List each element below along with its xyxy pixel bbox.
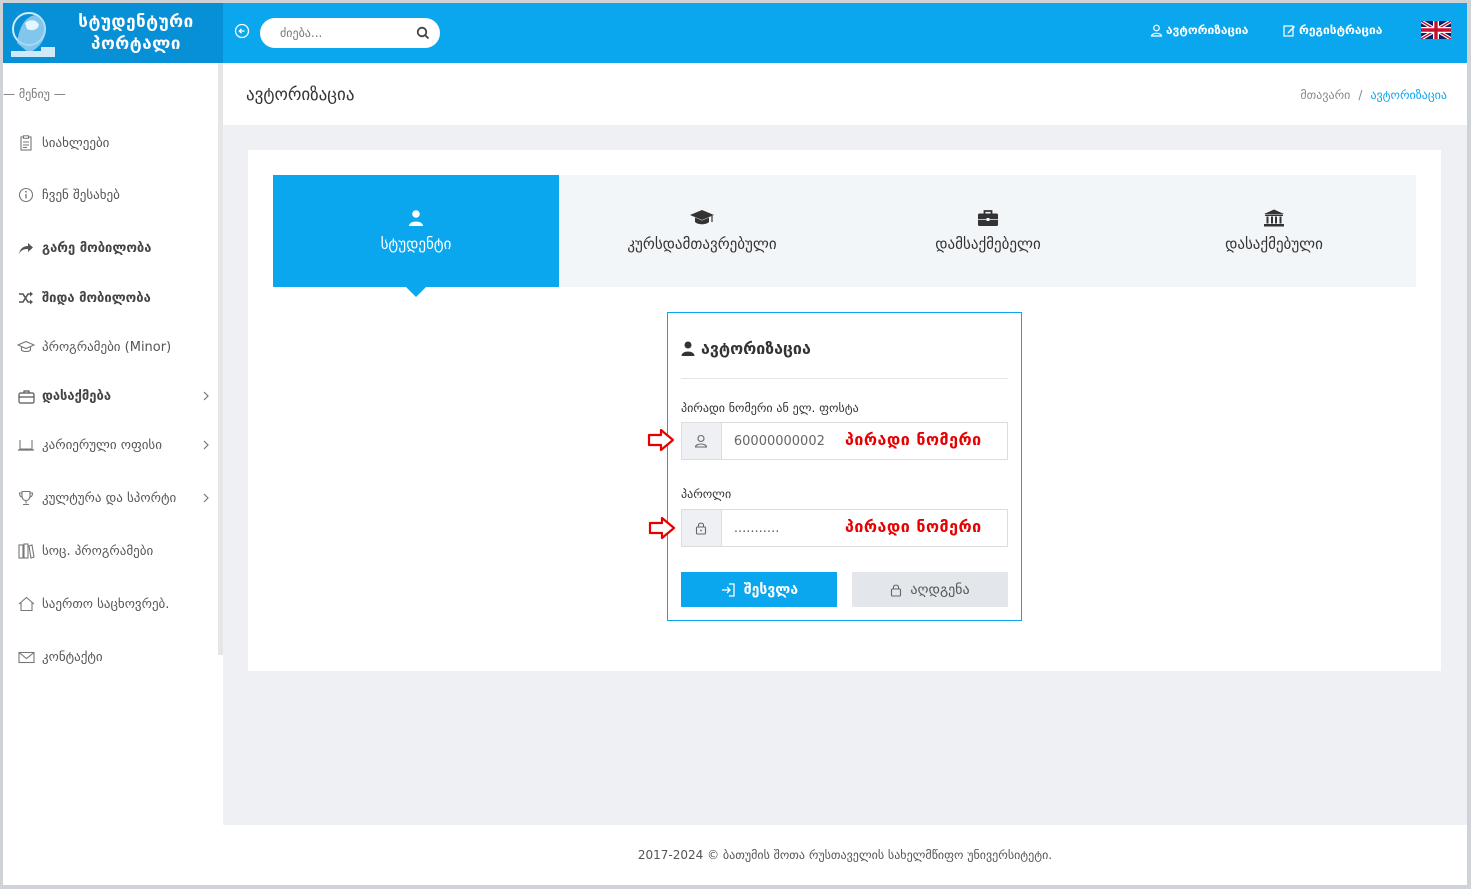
breadcrumb-separator: /: [1358, 88, 1363, 102]
breadcrumb-home[interactable]: მთავარი: [1300, 88, 1350, 102]
lock-icon: [891, 584, 902, 597]
sidebar-item-label: კარიერული ოფისი: [42, 437, 162, 453]
collapse-sidebar-icon[interactable]: [234, 23, 250, 39]
login-button[interactable]: შესვლა: [681, 572, 837, 607]
logo-line-2: პორტალი: [91, 34, 181, 54]
id-label: პირადი ნომერი ან ელ. ფოსტა: [681, 401, 859, 415]
trophy-icon: [17, 489, 35, 507]
sign-in-icon: [721, 582, 735, 597]
sidebar-item-label: სიახლეები: [42, 135, 110, 151]
search-input[interactable]: [260, 18, 400, 48]
menu-title: — მენიუ —: [3, 87, 66, 101]
footer-copyright: 2017-2024 © ბათუმის შოთა რუსთაველის სახე…: [637, 848, 1053, 862]
sidebar-item-career-office[interactable]: კარიერული ოფისი: [17, 433, 217, 457]
graduation-cap-icon: [17, 338, 35, 356]
edit-icon: [1283, 24, 1295, 37]
top-bar: სტუდენტური პორტალი ავტორიზაცია: [3, 3, 1467, 63]
password-annotation: პირადი ნომერი: [845, 517, 982, 536]
bank-icon: [1264, 209, 1284, 227]
register-link-label: რეგისტრაცია: [1299, 23, 1383, 37]
user-icon: [1150, 24, 1163, 37]
sidebar-item-label: შიდა მობილობა: [42, 290, 151, 306]
books-icon: [17, 542, 35, 560]
annotation-arrow-icon: [648, 516, 676, 540]
sidebar-item-label: გარე მობილობა: [42, 240, 152, 256]
auth-link-label: ავტორიზაცია: [1166, 23, 1249, 37]
recover-button-label: აღდგენა: [910, 581, 970, 598]
sidebar-item-label: დასაქმება: [42, 388, 112, 404]
user-icon: [682, 423, 722, 459]
uk-flag-icon[interactable]: [1421, 21, 1451, 39]
breadcrumb: მთავარი / ავტორიზაცია: [1300, 88, 1447, 102]
id-annotation: პირადი ნომერი: [845, 430, 982, 449]
page-title: ავტორიზაცია: [246, 85, 355, 105]
sidebar-item-dormitory[interactable]: საერთო საცხოვრებ.: [17, 592, 217, 616]
sidebar-item-label: სოც. პროგრამები: [42, 543, 154, 559]
user-icon: [409, 210, 423, 226]
sidebar-item-news[interactable]: სიახლეები: [17, 131, 217, 155]
login-title: ავტორიზაცია: [681, 339, 811, 358]
search-box: [260, 18, 440, 48]
annotation-arrow-icon: [647, 428, 675, 452]
sidebar-item-external-mobility[interactable]: გარე მობილობა: [17, 236, 217, 260]
sidebar-item-label: საერთო საცხოვრებ.: [42, 596, 170, 612]
sidebar-item-internal-mobility[interactable]: შიდა მობილობა: [17, 286, 217, 310]
login-panel: ავტორიზაცია პირადი ნომერი ან ელ. ფოსტა პ…: [667, 312, 1022, 621]
logo[interactable]: სტუდენტური პორტალი: [3, 3, 223, 63]
sidebar-item-social-programs[interactable]: სოც. პროგრამები: [17, 539, 217, 563]
chevron-right-icon: [203, 493, 209, 503]
logo-title: სტუდენტური პორტალი: [61, 11, 211, 55]
tab-employer[interactable]: დამსაქმებელი: [845, 175, 1131, 287]
user-icon: [681, 341, 695, 356]
app-window: სტუდენტური პორტალი ავტორიზაცია: [3, 3, 1467, 885]
breadcrumb-current: ავტორიზაცია: [1370, 88, 1447, 102]
sidebar-item-label: ჩვენ შესახებ: [42, 187, 120, 203]
share-arrow-icon: [17, 239, 35, 257]
sidebar-item-about[interactable]: ჩვენ შესახებ: [17, 183, 217, 207]
envelope-icon: [17, 648, 35, 666]
sidebar-item-employment[interactable]: დასაქმება: [17, 384, 217, 408]
page-header: ავტორიზაცია მთავარი / ავტორიზაცია: [223, 63, 1467, 125]
search-icon[interactable]: [416, 26, 430, 40]
home-icon: [17, 595, 35, 613]
sidebar-item-contact[interactable]: კონტაქტი: [17, 645, 217, 669]
divider: [681, 378, 1008, 379]
sidebar-item-culture-sport[interactable]: კულტურა და სპორტი: [17, 486, 217, 510]
footer: 2017-2024 © ბათუმის შოთა რუსთაველის სახე…: [223, 825, 1467, 885]
tab-employed[interactable]: დასაქმებული: [1131, 175, 1417, 287]
sidebar-item-label: კულტურა და სპორტი: [42, 490, 177, 506]
clipboard-icon: [17, 134, 35, 152]
sidebar-item-label: პროგრამები (Minor): [42, 339, 172, 355]
chevron-right-icon: [203, 391, 209, 401]
graduation-cap-icon: [690, 210, 714, 225]
password-label: პაროლი: [681, 487, 732, 501]
register-link[interactable]: რეგისტრაცია: [1283, 23, 1382, 37]
tab-label: კურსდამთავრებული: [627, 235, 777, 253]
sidebar-item-minor-programs[interactable]: პროგრამები (Minor): [17, 335, 217, 359]
rustaveli-emblem-icon: [11, 12, 55, 57]
shuffle-icon: [17, 289, 35, 307]
sidebar-item-label: კონტაქტი: [42, 649, 103, 665]
sidebar-scrollbar[interactable]: [218, 63, 223, 655]
auth-link[interactable]: ავტორიზაცია: [1150, 23, 1248, 37]
chevron-right-icon: [203, 440, 209, 450]
logo-line-1: სტუდენტური: [78, 12, 194, 32]
recover-button[interactable]: აღდგენა: [852, 572, 1008, 607]
tab-graduate[interactable]: კურსდამთავრებული: [559, 175, 845, 287]
info-icon: [17, 186, 35, 204]
login-button-label: შესვლა: [743, 581, 799, 598]
briefcase-icon: [17, 387, 35, 405]
sidebar: — მენიუ — სიახლეები ჩვენ შესახებ გარე მო…: [3, 63, 223, 885]
login-title-text: ავტორიზაცია: [701, 339, 811, 358]
tab-label: დასაქმებული: [1225, 235, 1323, 253]
tab-label: დამსაქმებელი: [935, 235, 1041, 253]
user-type-tabs: სტუდენტი კურსდამთავრებული დამსაქმებელი დ…: [273, 175, 1417, 297]
laptop-icon: [17, 436, 35, 454]
briefcase-icon: [978, 210, 998, 226]
tab-label: სტუდენტი: [380, 235, 452, 253]
lock-icon: [682, 510, 722, 546]
tab-student[interactable]: სტუდენტი: [273, 175, 559, 297]
